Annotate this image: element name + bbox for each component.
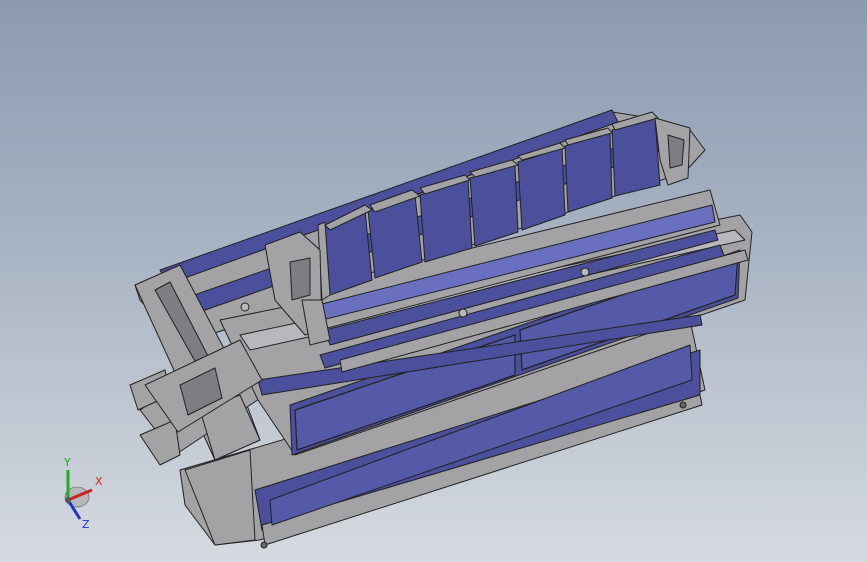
foot-detail	[260, 541, 268, 549]
cad-model[interactable]	[0, 0, 867, 562]
view-orientation-triad[interactable]: Y X Z	[52, 452, 112, 532]
bolt-detail	[580, 267, 590, 277]
x-axis-label: X	[95, 475, 103, 488]
bolt-detail	[240, 302, 250, 312]
bolt-detail	[458, 308, 468, 318]
triad-origin-icon	[65, 497, 71, 503]
graphics-viewport[interactable]: Y X Z	[0, 0, 867, 562]
y-axis-label: Y	[63, 456, 71, 469]
z-axis-label: Z	[82, 518, 90, 531]
foot-detail	[679, 401, 687, 409]
